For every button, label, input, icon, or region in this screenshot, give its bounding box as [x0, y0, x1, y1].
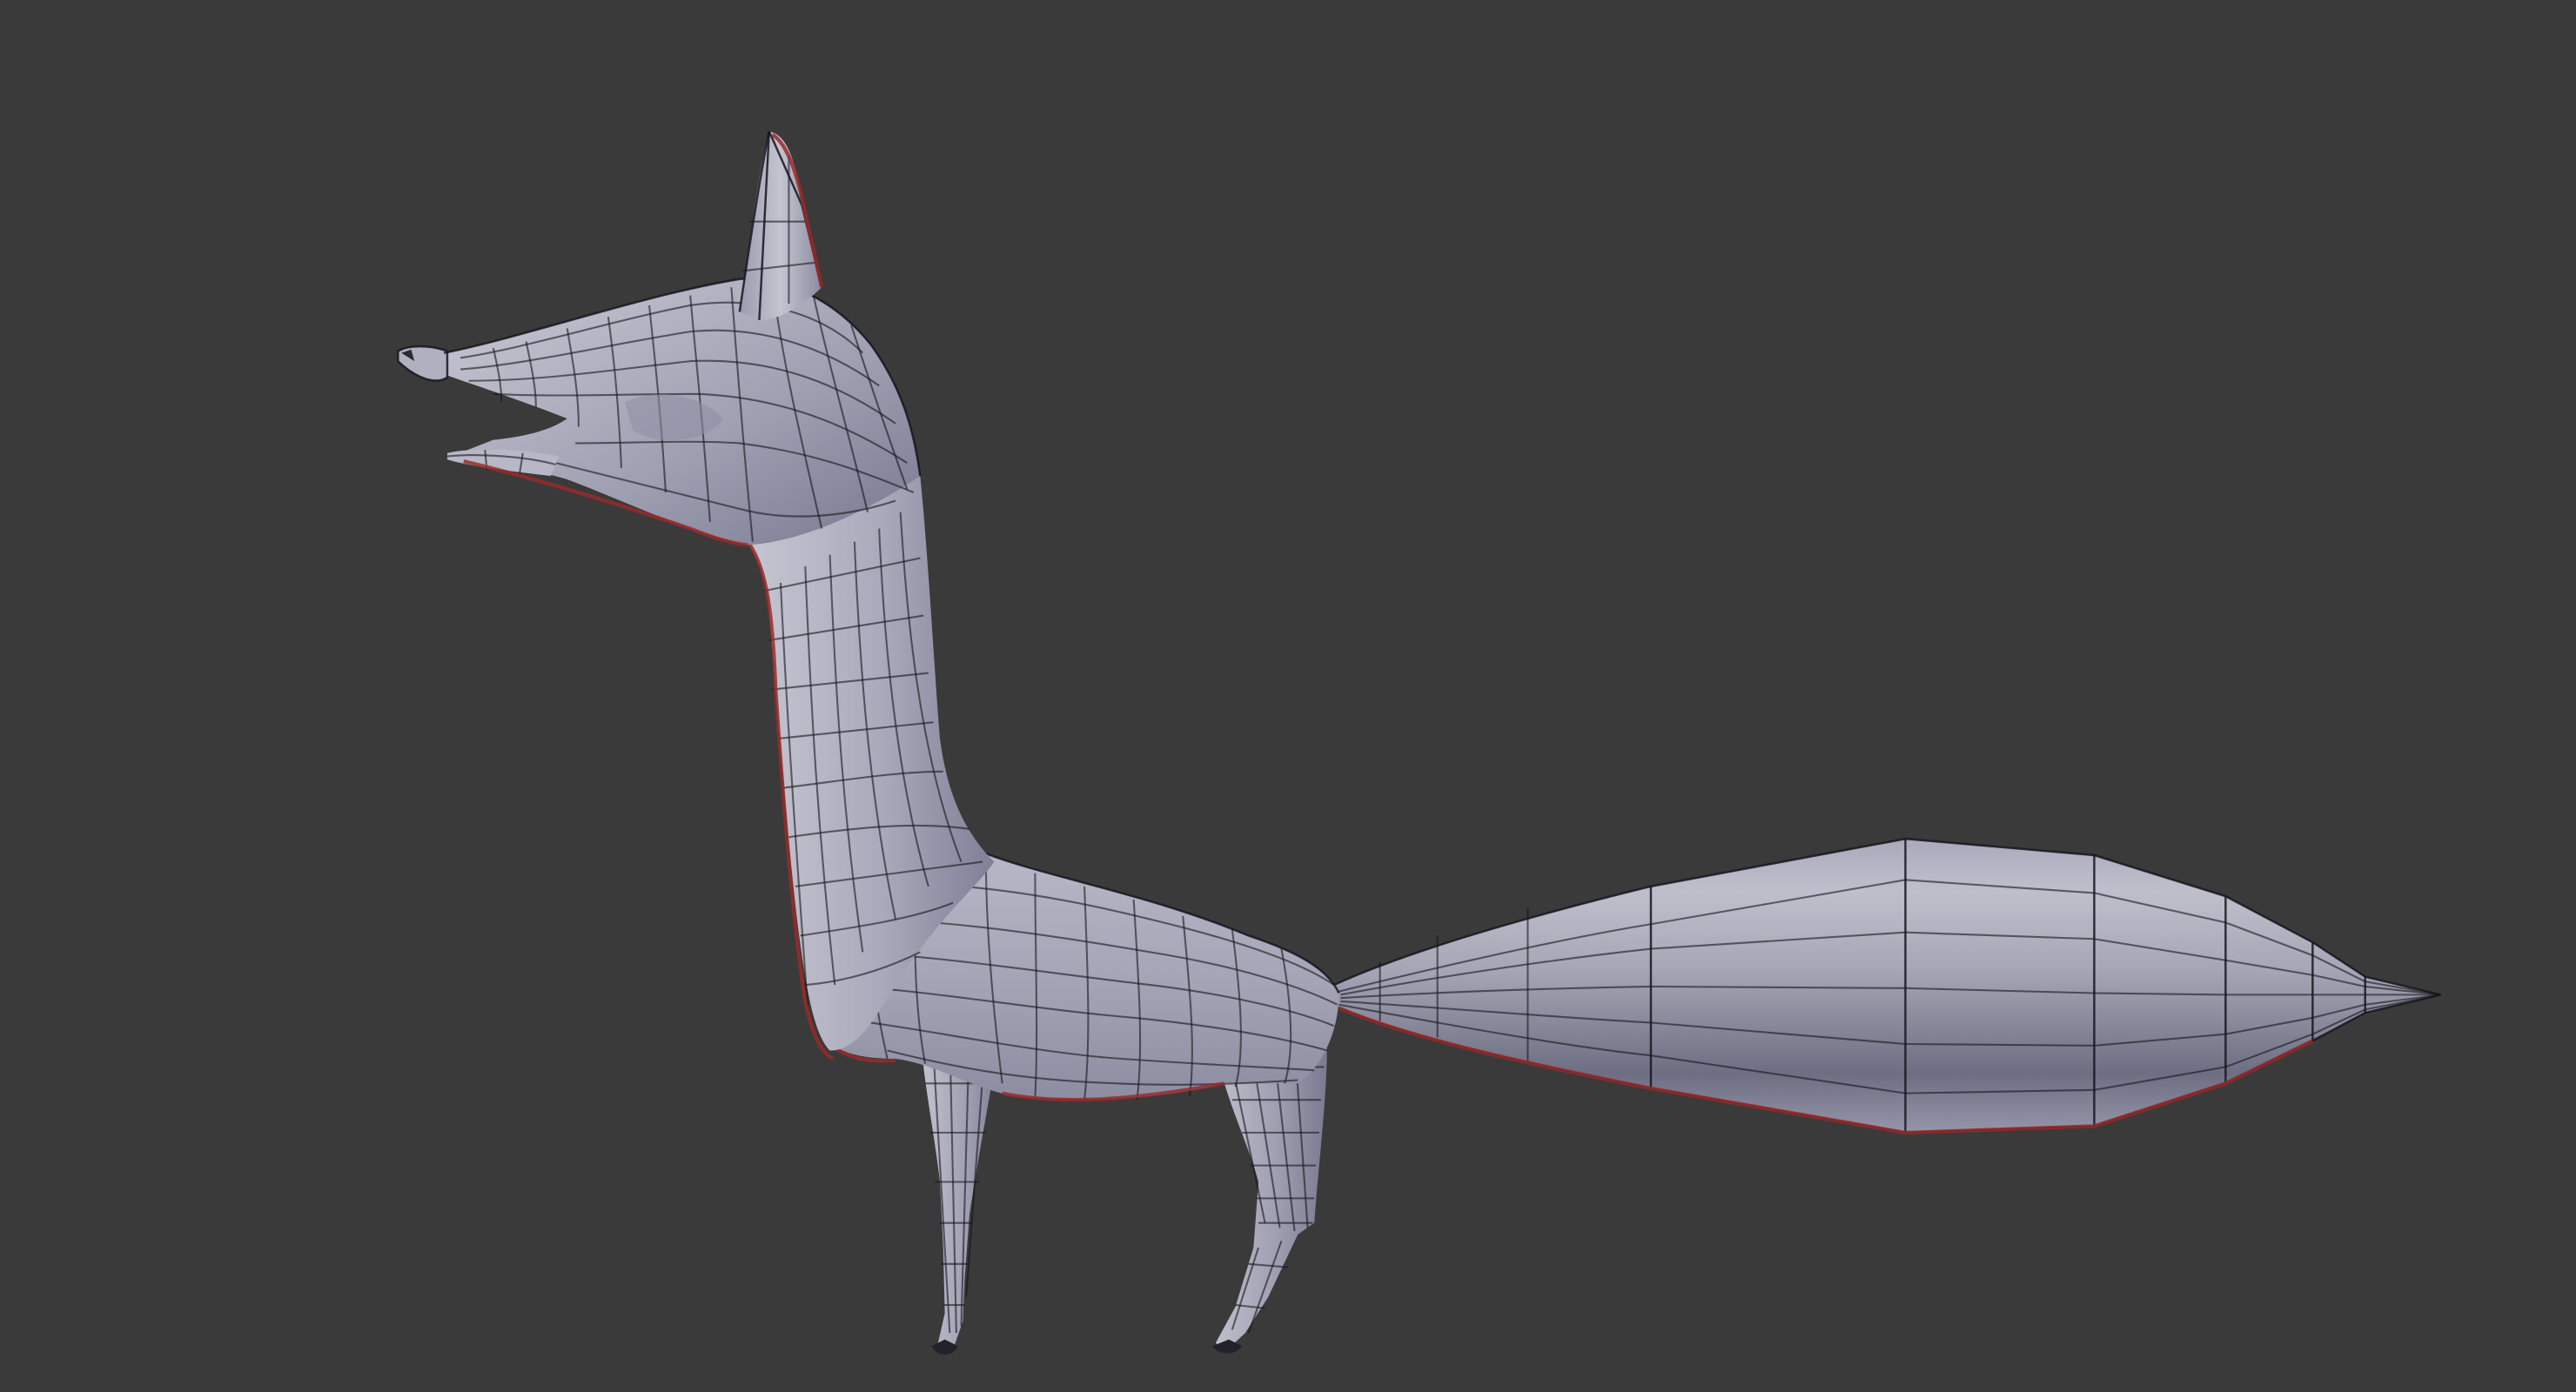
fox-model[interactable] — [0, 0, 2576, 1392]
fox-ear[interactable] — [738, 130, 824, 320]
fox-head[interactable] — [397, 278, 922, 547]
3d-viewport[interactable] — [0, 0, 2576, 1392]
fox-tail[interactable] — [1333, 837, 2441, 1134]
